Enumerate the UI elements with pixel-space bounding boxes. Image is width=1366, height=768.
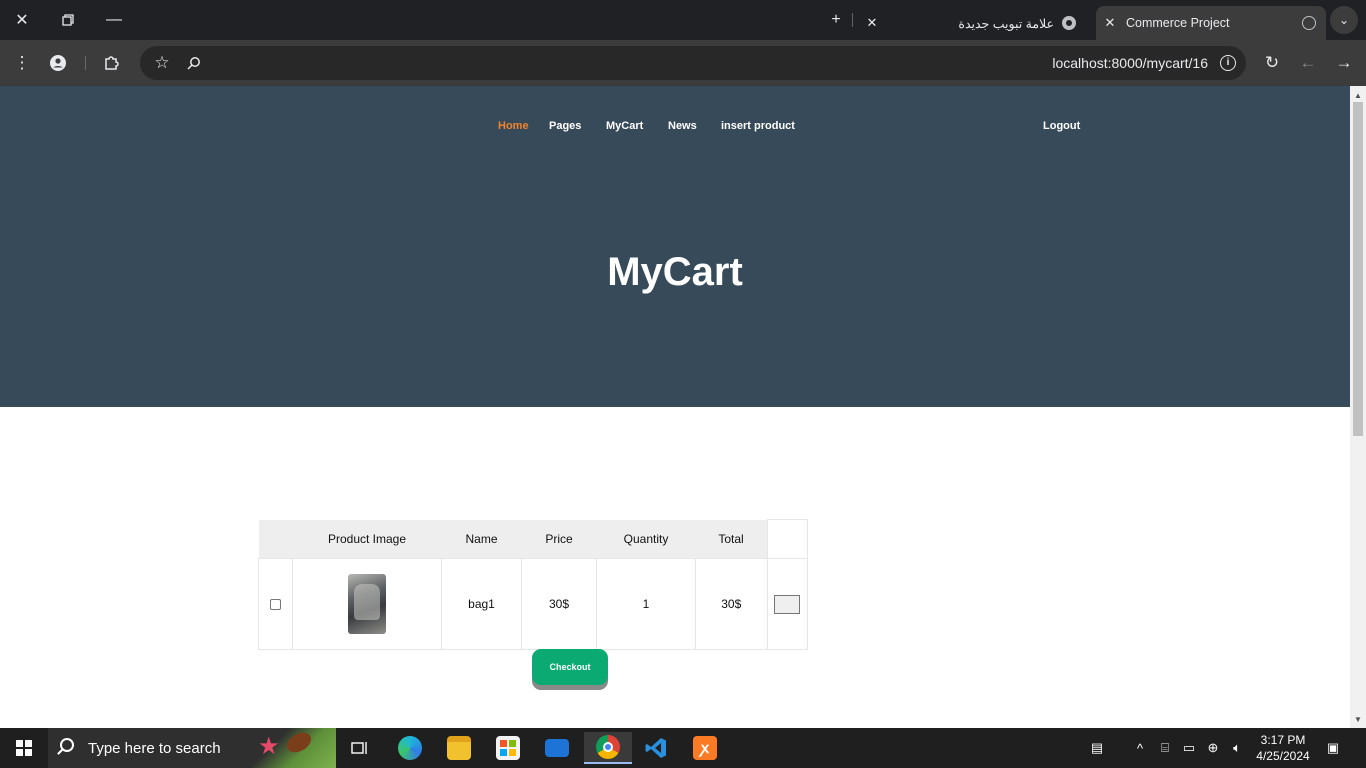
reload-icon[interactable]: ↻ bbox=[1258, 49, 1286, 77]
header-select bbox=[258, 519, 293, 559]
browser-toolbar: ⋮ ☆ localhost:8000/mycart/16 i ↻ ← → bbox=[0, 40, 1366, 86]
logout-link[interactable]: Logout bbox=[1043, 120, 1080, 132]
browser-tab-strip: ✕ — + ✕ علامة تبويب جديدة ✕ Commerce Pro… bbox=[0, 0, 1366, 40]
scroll-down-arrow-icon[interactable]: ▼ bbox=[1350, 712, 1366, 726]
table-header-row: Product Image Name Price Quantity Total bbox=[258, 519, 808, 559]
close-tab-icon[interactable]: ✕ bbox=[1102, 15, 1118, 31]
page-viewport: Home Pages MyCart News insert product Lo… bbox=[0, 86, 1350, 728]
scroll-up-arrow-icon[interactable]: ▲ bbox=[1350, 88, 1366, 102]
meet-now-icon[interactable]: ⌸ bbox=[1156, 728, 1174, 768]
url-text: localhost:8000/mycart/16 bbox=[1052, 55, 1208, 71]
row-checkbox[interactable] bbox=[270, 598, 281, 610]
mail-icon[interactable] bbox=[541, 732, 573, 764]
volume-icon[interactable]: 🔈︎ bbox=[1227, 728, 1247, 768]
site-info-icon[interactable]: i bbox=[1220, 55, 1236, 71]
nav-insert-product-link[interactable]: insert product bbox=[721, 120, 795, 132]
task-view-icon[interactable] bbox=[344, 732, 376, 764]
checkout-button[interactable]: Checkout bbox=[532, 649, 608, 685]
product-image bbox=[348, 574, 386, 634]
image-cell bbox=[292, 558, 442, 650]
header-price: Price bbox=[521, 519, 597, 559]
battery-icon[interactable]: ▭ bbox=[1180, 728, 1198, 768]
nav-home-link[interactable]: Home bbox=[498, 120, 529, 132]
tab-title: علامة تبويب جديدة bbox=[958, 16, 1054, 31]
bookmark-star-icon[interactable]: ☆ bbox=[148, 49, 176, 77]
product-name: bag1 bbox=[441, 558, 522, 650]
xampp-icon[interactable]: ꭗ bbox=[689, 732, 721, 764]
header-total: Total bbox=[695, 519, 767, 559]
kebab-menu-icon[interactable]: ⋮ bbox=[8, 49, 36, 77]
network-globe-icon[interactable]: ⊕ bbox=[1204, 728, 1222, 768]
product-total: 30$ bbox=[695, 558, 768, 650]
tab-divider bbox=[852, 13, 853, 27]
globe-favicon-icon bbox=[1302, 16, 1316, 30]
tab-title: Commerce Project bbox=[1126, 16, 1230, 30]
chrome-favicon-icon bbox=[1062, 16, 1076, 30]
scroll-thumb[interactable] bbox=[1353, 102, 1363, 436]
hero-banner: Home Pages MyCart News insert product Lo… bbox=[0, 86, 1350, 407]
tab-new-tab[interactable]: ✕ علامة تبويب جديدة bbox=[860, 6, 1090, 40]
search-icon bbox=[60, 738, 74, 752]
search-lens-icon[interactable] bbox=[180, 49, 208, 77]
minimize-window-icon[interactable]: — bbox=[100, 6, 128, 34]
address-bar[interactable]: ☆ localhost:8000/mycart/16 i bbox=[140, 46, 1246, 80]
clock-time: 3:17 PM bbox=[1260, 733, 1306, 747]
close-tab-icon[interactable]: ✕ bbox=[864, 15, 880, 31]
file-explorer-icon[interactable] bbox=[443, 732, 475, 764]
product-price: 30$ bbox=[521, 558, 597, 650]
action-cell bbox=[766, 558, 808, 650]
nav-news-link[interactable]: News bbox=[668, 120, 697, 132]
nav-mycart-link[interactable]: MyCart bbox=[606, 120, 643, 132]
forward-arrow-icon[interactable]: → bbox=[1330, 49, 1358, 77]
vscode-icon[interactable] bbox=[640, 732, 672, 764]
remove-item-button[interactable] bbox=[774, 594, 800, 614]
select-cell bbox=[258, 558, 293, 650]
new-tab-icon[interactable]: + bbox=[822, 6, 850, 34]
header-quantity: Quantity bbox=[596, 519, 696, 559]
search-placeholder: Type here to search bbox=[88, 740, 221, 757]
taskbar-clock[interactable]: 3:17 PM 4/25/2024 bbox=[1252, 732, 1314, 764]
notifications-icon[interactable]: ▣ bbox=[1322, 728, 1344, 768]
restore-window-icon[interactable] bbox=[54, 6, 82, 34]
taskbar-search[interactable]: Type here to search ★ bbox=[48, 728, 336, 768]
header-actions bbox=[766, 519, 808, 559]
header-name: Name bbox=[441, 519, 522, 559]
microsoft-store-icon[interactable] bbox=[492, 732, 524, 764]
cart-table: Product Image Name Price Quantity Total … bbox=[258, 519, 808, 650]
tab-commerce-project[interactable]: ✕ Commerce Project bbox=[1096, 6, 1326, 40]
table-row: bag1 30$ 1 30$ bbox=[258, 558, 808, 650]
extensions-icon[interactable] bbox=[98, 49, 126, 77]
show-hidden-icons-icon[interactable]: ^ bbox=[1132, 728, 1148, 768]
page-scrollbar[interactable]: ▲ ▼ bbox=[1350, 86, 1366, 728]
windows-taskbar: Type here to search ★ ꭗ ▤ ^ ⌸ ▭ ⊕ 🔈︎ 3:1… bbox=[0, 728, 1366, 768]
product-quantity: 1 bbox=[596, 558, 696, 650]
chrome-icon[interactable] bbox=[584, 732, 632, 764]
search-highlight-image: ★ bbox=[252, 728, 336, 768]
nav-pages-link[interactable]: Pages bbox=[549, 120, 581, 132]
toolbar-divider bbox=[85, 56, 86, 70]
clock-date: 4/25/2024 bbox=[1256, 749, 1310, 763]
profile-icon[interactable] bbox=[44, 49, 72, 77]
edge-icon[interactable] bbox=[394, 732, 426, 764]
header-product-image: Product Image bbox=[292, 519, 442, 559]
tab-search-menu-icon[interactable]: ⌄ bbox=[1330, 6, 1358, 34]
close-window-icon[interactable]: ✕ bbox=[8, 6, 36, 34]
page-title: MyCart bbox=[607, 250, 743, 294]
back-arrow-icon[interactable]: ← bbox=[1294, 49, 1322, 77]
news-widget-icon[interactable]: ▤ bbox=[1084, 728, 1110, 768]
windows-start-icon[interactable] bbox=[16, 740, 32, 756]
